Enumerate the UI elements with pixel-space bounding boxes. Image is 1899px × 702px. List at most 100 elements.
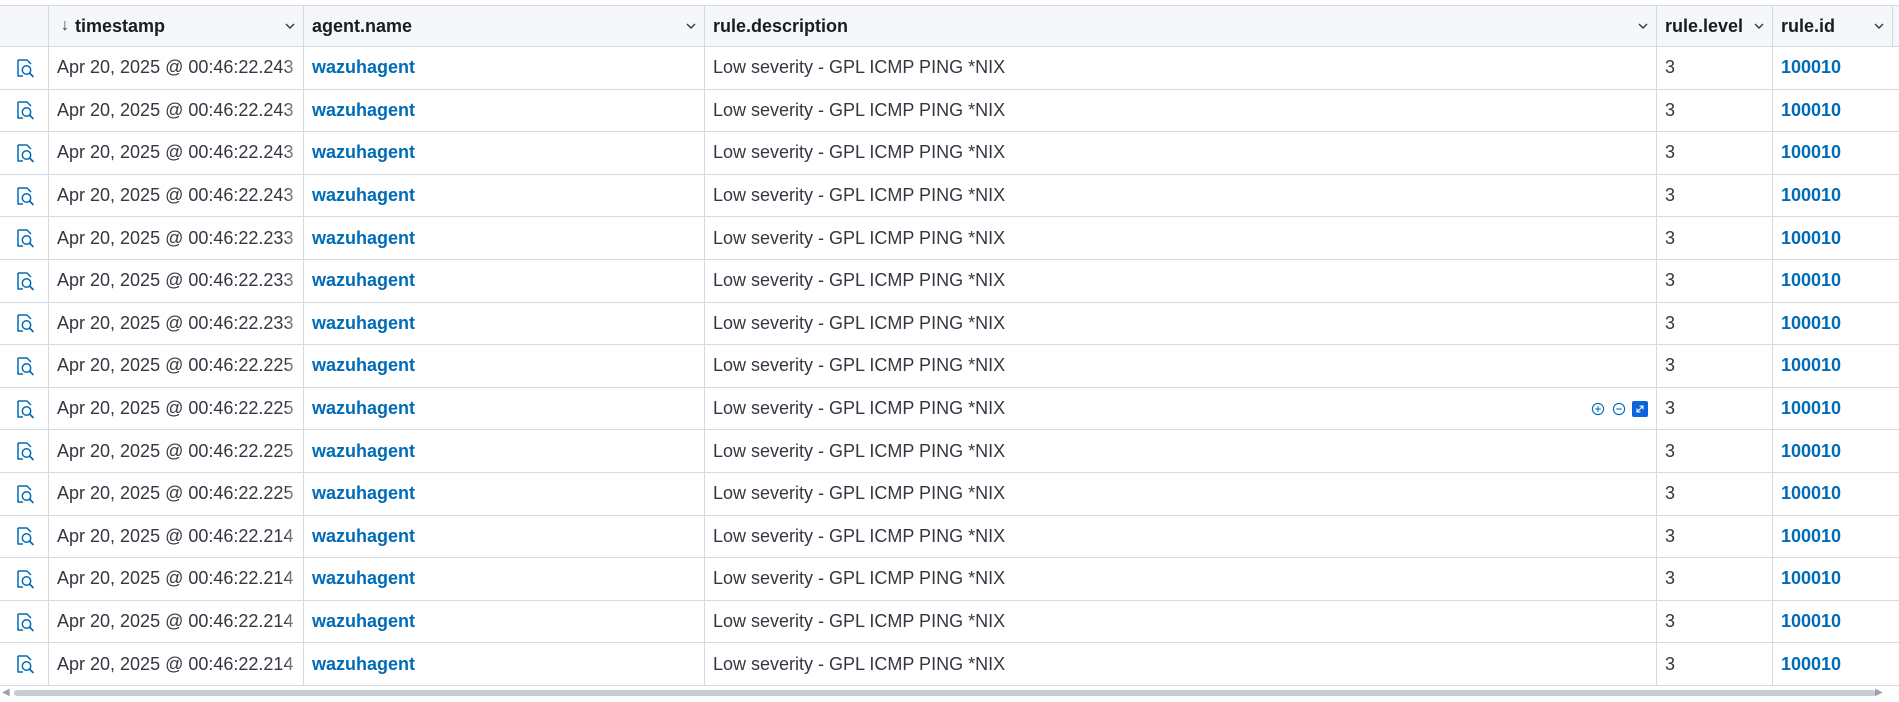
rule-description-cell[interactable]: Low severity - GPL ICMP PING *NIX <box>705 600 1657 643</box>
rule-description-cell[interactable]: Low severity - GPL ICMP PING *NIX <box>705 132 1657 174</box>
agent-name-cell[interactable]: wazuhagent <box>304 643 705 685</box>
rule-level-cell[interactable]: 3 <box>1657 430 1773 472</box>
rule-id-link[interactable]: 100010 <box>1781 228 1841 249</box>
timestamp-cell[interactable]: Apr 20, 2025 @ 00:46:22.233 <box>49 259 304 302</box>
agent-name-link[interactable]: wazuhagent <box>312 142 415 163</box>
timestamp-cell[interactable]: Apr 20, 2025 @ 00:46:22.225 <box>49 387 304 430</box>
agent-name-cell[interactable]: wazuhagent <box>304 132 705 174</box>
agent-name-cell[interactable]: wazuhagent <box>304 558 705 600</box>
agent-name-cell[interactable]: wazuhagent <box>304 515 705 558</box>
timestamp-cell[interactable]: Apr 20, 2025 @ 00:46:22.233 <box>49 302 304 345</box>
rule-description-cell[interactable]: Low severity - GPL ICMP PING *NIX <box>705 515 1657 558</box>
agent-name-link[interactable]: wazuhagent <box>312 611 415 632</box>
rule-id-cell[interactable]: 100010 <box>1773 132 1893 174</box>
timestamp-cell[interactable]: Apr 20, 2025 @ 00:46:22.214 <box>49 643 304 685</box>
horizontal-scrollbar[interactable]: ◀ ▶ <box>0 686 1899 700</box>
scrollbar-thumb[interactable] <box>14 690 1876 696</box>
scroll-left-arrow-icon[interactable]: ◀ <box>2 688 12 698</box>
rule-description-cell[interactable]: Low severity - GPL ICMP PING *NIX <box>705 345 1657 387</box>
agent-name-cell[interactable]: wazuhagent <box>304 217 705 259</box>
agent-name-link[interactable]: wazuhagent <box>312 526 415 547</box>
inspect-document-icon[interactable] <box>13 440 35 462</box>
rule-id-link[interactable]: 100010 <box>1781 185 1841 206</box>
rule-id-cell[interactable]: 100010 <box>1773 175 1893 217</box>
rule-description-cell[interactable]: Low severity - GPL ICMP PING *NIX <box>705 89 1657 132</box>
chevron-down-icon[interactable] <box>1638 21 1648 31</box>
rule-description-cell[interactable]: Low severity - GPL ICMP PING *NIX <box>705 472 1657 515</box>
rule-level-cell[interactable]: 3 <box>1657 600 1773 643</box>
agent-name-link[interactable]: wazuhagent <box>312 355 415 376</box>
rule-id-link[interactable]: 100010 <box>1781 611 1841 632</box>
chevron-down-icon[interactable] <box>1874 21 1884 31</box>
inspect-document-icon[interactable] <box>13 653 35 675</box>
rule-level-cell[interactable]: 3 <box>1657 174 1773 217</box>
rule-id-link[interactable]: 100010 <box>1781 57 1841 78</box>
chevron-down-icon[interactable] <box>285 21 295 31</box>
rule-level-cell[interactable]: 3 <box>1657 132 1773 174</box>
inspect-document-icon[interactable] <box>13 355 35 377</box>
rule-level-cell[interactable]: 3 <box>1657 515 1773 558</box>
rule-level-cell[interactable]: 3 <box>1657 558 1773 600</box>
timestamp-cell[interactable]: Apr 20, 2025 @ 00:46:22.214 <box>49 600 304 643</box>
rule-description-cell[interactable]: Low severity - GPL ICMP PING *NIX <box>705 430 1657 472</box>
rule-id-link[interactable]: 100010 <box>1781 142 1841 163</box>
rule-id-cell[interactable]: 100010 <box>1773 643 1893 685</box>
rule-id-link[interactable]: 100010 <box>1781 483 1841 504</box>
rule-level-cell[interactable]: 3 <box>1657 387 1773 430</box>
rule-level-cell[interactable]: 3 <box>1657 345 1773 387</box>
timestamp-cell[interactable]: Apr 20, 2025 @ 00:46:22.243 <box>49 132 304 174</box>
rule-id-cell[interactable]: 100010 <box>1773 47 1893 89</box>
rule-id-cell[interactable]: 100010 <box>1773 473 1893 515</box>
timestamp-cell[interactable]: Apr 20, 2025 @ 00:46:22.214 <box>49 515 304 558</box>
rule-id-cell[interactable]: 100010 <box>1773 260 1893 302</box>
rule-description-cell[interactable]: Low severity - GPL ICMP PING *NIX <box>705 174 1657 217</box>
agent-name-link[interactable]: wazuhagent <box>312 483 415 504</box>
agent-name-link[interactable]: wazuhagent <box>312 313 415 334</box>
agent-name-link[interactable]: wazuhagent <box>312 654 415 675</box>
rule-id-link[interactable]: 100010 <box>1781 398 1841 419</box>
rule-level-cell[interactable]: 3 <box>1657 643 1773 685</box>
rule-description-cell[interactable]: Low severity - GPL ICMP PING *NIX <box>705 217 1657 259</box>
timestamp-cell[interactable]: Apr 20, 2025 @ 00:46:22.243 <box>49 47 304 89</box>
rule-id-cell[interactable]: 100010 <box>1773 516 1893 558</box>
scroll-right-arrow-icon[interactable]: ▶ <box>1875 688 1885 698</box>
inspect-document-icon[interactable] <box>13 185 35 207</box>
rule-description-cell[interactable]: Low severity - GPL ICMP PING *NIX <box>705 643 1657 685</box>
agent-name-cell[interactable]: wazuhagent <box>304 302 705 345</box>
rule-id-cell[interactable]: 100010 <box>1773 388 1893 430</box>
timestamp-cell[interactable]: Apr 20, 2025 @ 00:46:22.233 <box>49 217 304 259</box>
arrow-down-icon[interactable]: ↓ <box>61 17 69 35</box>
header-rule-level[interactable]: rule.level <box>1657 6 1773 46</box>
agent-name-cell[interactable]: wazuhagent <box>304 89 705 132</box>
timestamp-cell[interactable]: Apr 20, 2025 @ 00:46:22.243 <box>49 174 304 217</box>
agent-name-link[interactable]: wazuhagent <box>312 568 415 589</box>
rule-description-cell[interactable]: Low severity - GPL ICMP PING *NIX <box>705 558 1657 600</box>
inspect-document-icon[interactable] <box>13 142 35 164</box>
rule-id-cell[interactable]: 100010 <box>1773 303 1893 345</box>
rule-id-link[interactable]: 100010 <box>1781 355 1841 376</box>
agent-name-cell[interactable]: wazuhagent <box>304 174 705 217</box>
timestamp-cell[interactable]: Apr 20, 2025 @ 00:46:22.225 <box>49 472 304 515</box>
agent-name-link[interactable]: wazuhagent <box>312 270 415 291</box>
rule-description-cell[interactable]: Low severity - GPL ICMP PING *NIX <box>705 302 1657 345</box>
rule-id-cell[interactable]: 100010 <box>1773 217 1893 259</box>
chevron-down-icon[interactable] <box>686 21 696 31</box>
rule-id-cell[interactable]: 100010 <box>1773 345 1893 387</box>
rule-id-link[interactable]: 100010 <box>1781 654 1841 675</box>
agent-name-cell[interactable]: wazuhagent <box>304 47 705 89</box>
inspect-document-icon[interactable] <box>13 483 35 505</box>
agent-name-link[interactable]: wazuhagent <box>312 57 415 78</box>
rule-id-link[interactable]: 100010 <box>1781 568 1841 589</box>
agent-name-cell[interactable]: wazuhagent <box>304 430 705 472</box>
inspect-document-icon[interactable] <box>13 312 35 334</box>
rule-id-cell[interactable]: 100010 <box>1773 558 1893 600</box>
rule-level-cell[interactable]: 3 <box>1657 302 1773 345</box>
rule-id-link[interactable]: 100010 <box>1781 441 1841 462</box>
inspect-document-icon[interactable] <box>13 270 35 292</box>
agent-name-link[interactable]: wazuhagent <box>312 100 415 121</box>
expand-icon[interactable] <box>1632 400 1648 417</box>
agent-name-cell[interactable]: wazuhagent <box>304 600 705 643</box>
header-agent-name[interactable]: agent.name <box>304 6 705 46</box>
rule-description-cell[interactable]: Low severity - GPL ICMP PING *NIX <box>705 387 1657 430</box>
rule-id-cell[interactable]: 100010 <box>1773 90 1893 132</box>
